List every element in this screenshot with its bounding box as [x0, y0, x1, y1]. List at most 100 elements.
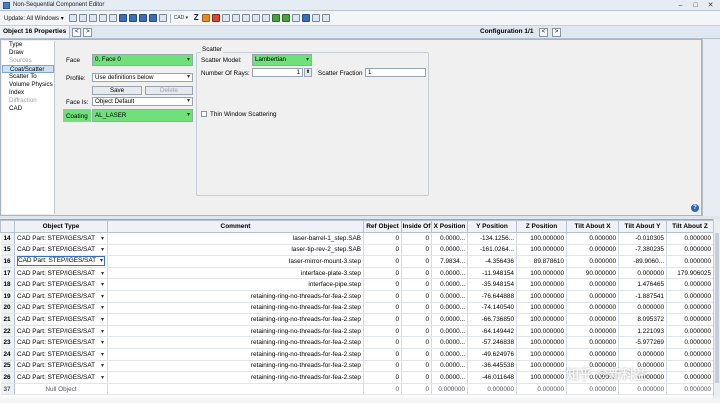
cell-tilt-y[interactable]: -0.010305: [618, 232, 667, 245]
col-header-z-position[interactable]: Z Position: [516, 220, 567, 233]
cell-comment[interactable]: laser-barrel-1_step.SAB: [107, 232, 364, 245]
cell-object-type[interactable]: CAD Part: STEP/IGES/SAT: [14, 371, 108, 384]
nav-item-type[interactable]: Type: [2, 41, 54, 49]
cell-object-type[interactable]: CAD Part: STEP/IGES/SAT: [14, 360, 108, 373]
layout-icon[interactable]: [128, 14, 137, 22]
cell-inside-of[interactable]: 0: [401, 360, 432, 373]
cell-tilt-z[interactable]: 0.000000: [666, 313, 714, 326]
cell-tilt-z[interactable]: 0.000000: [666, 302, 714, 315]
cell-ref-object[interactable]: 0: [363, 302, 402, 315]
next-config-button[interactable]: >: [552, 28, 561, 37]
cell-ref-object[interactable]: 0: [363, 232, 402, 245]
cell-tilt-z[interactable]: 0.000000: [666, 290, 714, 303]
nav-item-draw[interactable]: Draw: [2, 49, 54, 57]
object-type-dropdown[interactable]: CAD Part: STEP/IGES/SAT: [17, 256, 105, 267]
cell-tilt-y[interactable]: 1.221093: [618, 325, 667, 338]
col-header-inside-of[interactable]: Inside Of: [401, 220, 432, 233]
panel-scroll-area[interactable]: [702, 39, 720, 216]
table-icon[interactable]: [158, 14, 167, 22]
cell-tilt-z[interactable]: 0.000000: [666, 244, 714, 257]
cell-tilt-y[interactable]: -89.9060...: [618, 255, 667, 268]
cell-z-position[interactable]: 100.000000: [516, 290, 567, 303]
cell-z-position[interactable]: 100.000000: [516, 360, 567, 373]
maximize-icon[interactable]: □: [689, 1, 702, 10]
help-icon[interactable]: ?: [691, 204, 699, 212]
cell-inside-of[interactable]: 0: [401, 302, 432, 315]
cell-ref-object[interactable]: 0: [363, 348, 402, 361]
cell-z-position[interactable]: 0.000000: [516, 383, 567, 396]
object-type-dropdown[interactable]: CAD Part: STEP/IGES/SAT: [17, 281, 105, 288]
cell-comment[interactable]: retaining-ring-no-threads-for-fea-2.step: [107, 302, 364, 315]
minimize-icon[interactable]: –: [674, 1, 687, 10]
cell-x-position[interactable]: 0.0000...: [431, 336, 468, 349]
cell-tilt-z[interactable]: 0.000000: [666, 278, 714, 291]
col-header-comment[interactable]: Comment: [107, 220, 364, 233]
cell-y-position[interactable]: -4.356436: [467, 255, 517, 268]
cell-ref-object[interactable]: 0: [363, 383, 402, 396]
insert-object-icon[interactable]: [68, 14, 77, 22]
cell-y-position[interactable]: -161.0264...: [467, 244, 517, 257]
cell-x-position[interactable]: 0.0000...: [431, 267, 468, 280]
scatter-model-select[interactable]: Lambertian: [252, 54, 312, 66]
col-header-y-position[interactable]: Y Position: [467, 220, 517, 233]
cell-tilt-z[interactable]: 0.000000: [666, 360, 714, 373]
save-icon[interactable]: [232, 14, 241, 22]
close-icon[interactable]: ✕: [704, 1, 717, 10]
row-number[interactable]: 19: [0, 290, 15, 303]
nav-item-coat-scatter[interactable]: Coat/Scatter: [2, 65, 54, 73]
cell-comment[interactable]: interface-plate-3.step: [107, 267, 364, 280]
cell-tilt-y[interactable]: 0.000000: [618, 383, 667, 396]
cell-ref-object[interactable]: 0: [363, 290, 402, 303]
table-scrollbar[interactable]: [713, 219, 720, 403]
cell-z-position[interactable]: 100.000000: [516, 371, 567, 384]
cell-x-position[interactable]: 0.0000...: [431, 360, 468, 373]
cell-z-position[interactable]: 100.000000: [516, 313, 567, 326]
cell-tilt-z[interactable]: 0.000000: [666, 371, 714, 384]
cell-inside-of[interactable]: 0: [401, 290, 432, 303]
cell-inside-of[interactable]: 0: [401, 348, 432, 361]
cut-icon[interactable]: [98, 14, 107, 22]
cell-object-type[interactable]: CAD Part: STEP/IGES/SAT: [14, 232, 108, 245]
cell-z-position[interactable]: 100.000000: [516, 244, 567, 257]
insert-after-icon[interactable]: [78, 14, 87, 22]
scatter-fraction-input[interactable]: 1: [365, 68, 426, 77]
cell-comment[interactable]: [107, 383, 364, 396]
cell-y-position[interactable]: 0.000000: [467, 383, 517, 396]
cell-comment[interactable]: retaining-ring-no-threads-for-fea-2.step: [107, 348, 364, 361]
cell-x-position[interactable]: 0.0000...: [431, 371, 468, 384]
cell-inside-of[interactable]: 0: [401, 244, 432, 257]
table-row[interactable]: 15CAD Part: STEP/IGES/SATlaser-tip-rev-2…: [0, 244, 714, 257]
row-number[interactable]: 24: [0, 348, 15, 361]
cell-inside-of[interactable]: 0: [401, 267, 432, 280]
cell-y-position[interactable]: -35.948154: [467, 278, 517, 291]
cell-y-position[interactable]: -36.445538: [467, 360, 517, 373]
col-header-tilt-y[interactable]: Tilt About Y: [618, 220, 667, 233]
object-type-dropdown[interactable]: CAD Part: STEP/IGES/SAT: [17, 293, 105, 300]
cell-tilt-x[interactable]: 0.000000: [566, 325, 619, 338]
cell-z-position[interactable]: 100.000000: [516, 232, 567, 245]
row-number[interactable]: 15: [0, 244, 15, 257]
cell-ref-object[interactable]: 0: [363, 371, 402, 384]
nav-item-cad[interactable]: CAD: [2, 105, 54, 113]
cell-tilt-x[interactable]: 0.000000: [566, 313, 619, 326]
no-ray-icon[interactable]: [212, 14, 221, 22]
cell-tilt-z[interactable]: 0.000000: [666, 336, 714, 349]
nav-item-index[interactable]: Index: [2, 89, 54, 97]
cell-x-position[interactable]: 0.000000: [431, 383, 468, 396]
cell-comment[interactable]: laser-mirror-mount-3.step: [107, 255, 364, 268]
cell-tilt-y[interactable]: -5.977269: [618, 336, 667, 349]
cell-ref-object[interactable]: 0: [363, 255, 402, 268]
cell-ref-object[interactable]: 0: [363, 336, 402, 349]
rays-input[interactable]: 1: [252, 68, 303, 77]
cell-x-position[interactable]: 0.0000...: [431, 244, 468, 257]
coating-select[interactable]: AL_LASER: [92, 109, 193, 122]
delete-object-icon[interactable]: [88, 14, 97, 22]
cell-tilt-z[interactable]: 179.906025: [666, 267, 714, 280]
object-type-dropdown[interactable]: CAD Part: STEP/IGES/SAT: [17, 374, 105, 381]
cell-object-type[interactable]: CAD Part: STEP/IGES/SAT: [14, 302, 108, 315]
cell-comment[interactable]: interface-pipe.step: [107, 278, 364, 291]
solid-model-icon[interactable]: [148, 14, 157, 22]
cell-tilt-x[interactable]: 0.000000: [566, 383, 619, 396]
cell-y-position[interactable]: -74.140540: [467, 302, 517, 315]
cell-object-type[interactable]: CAD Part: STEP/IGES/SAT: [14, 348, 108, 361]
